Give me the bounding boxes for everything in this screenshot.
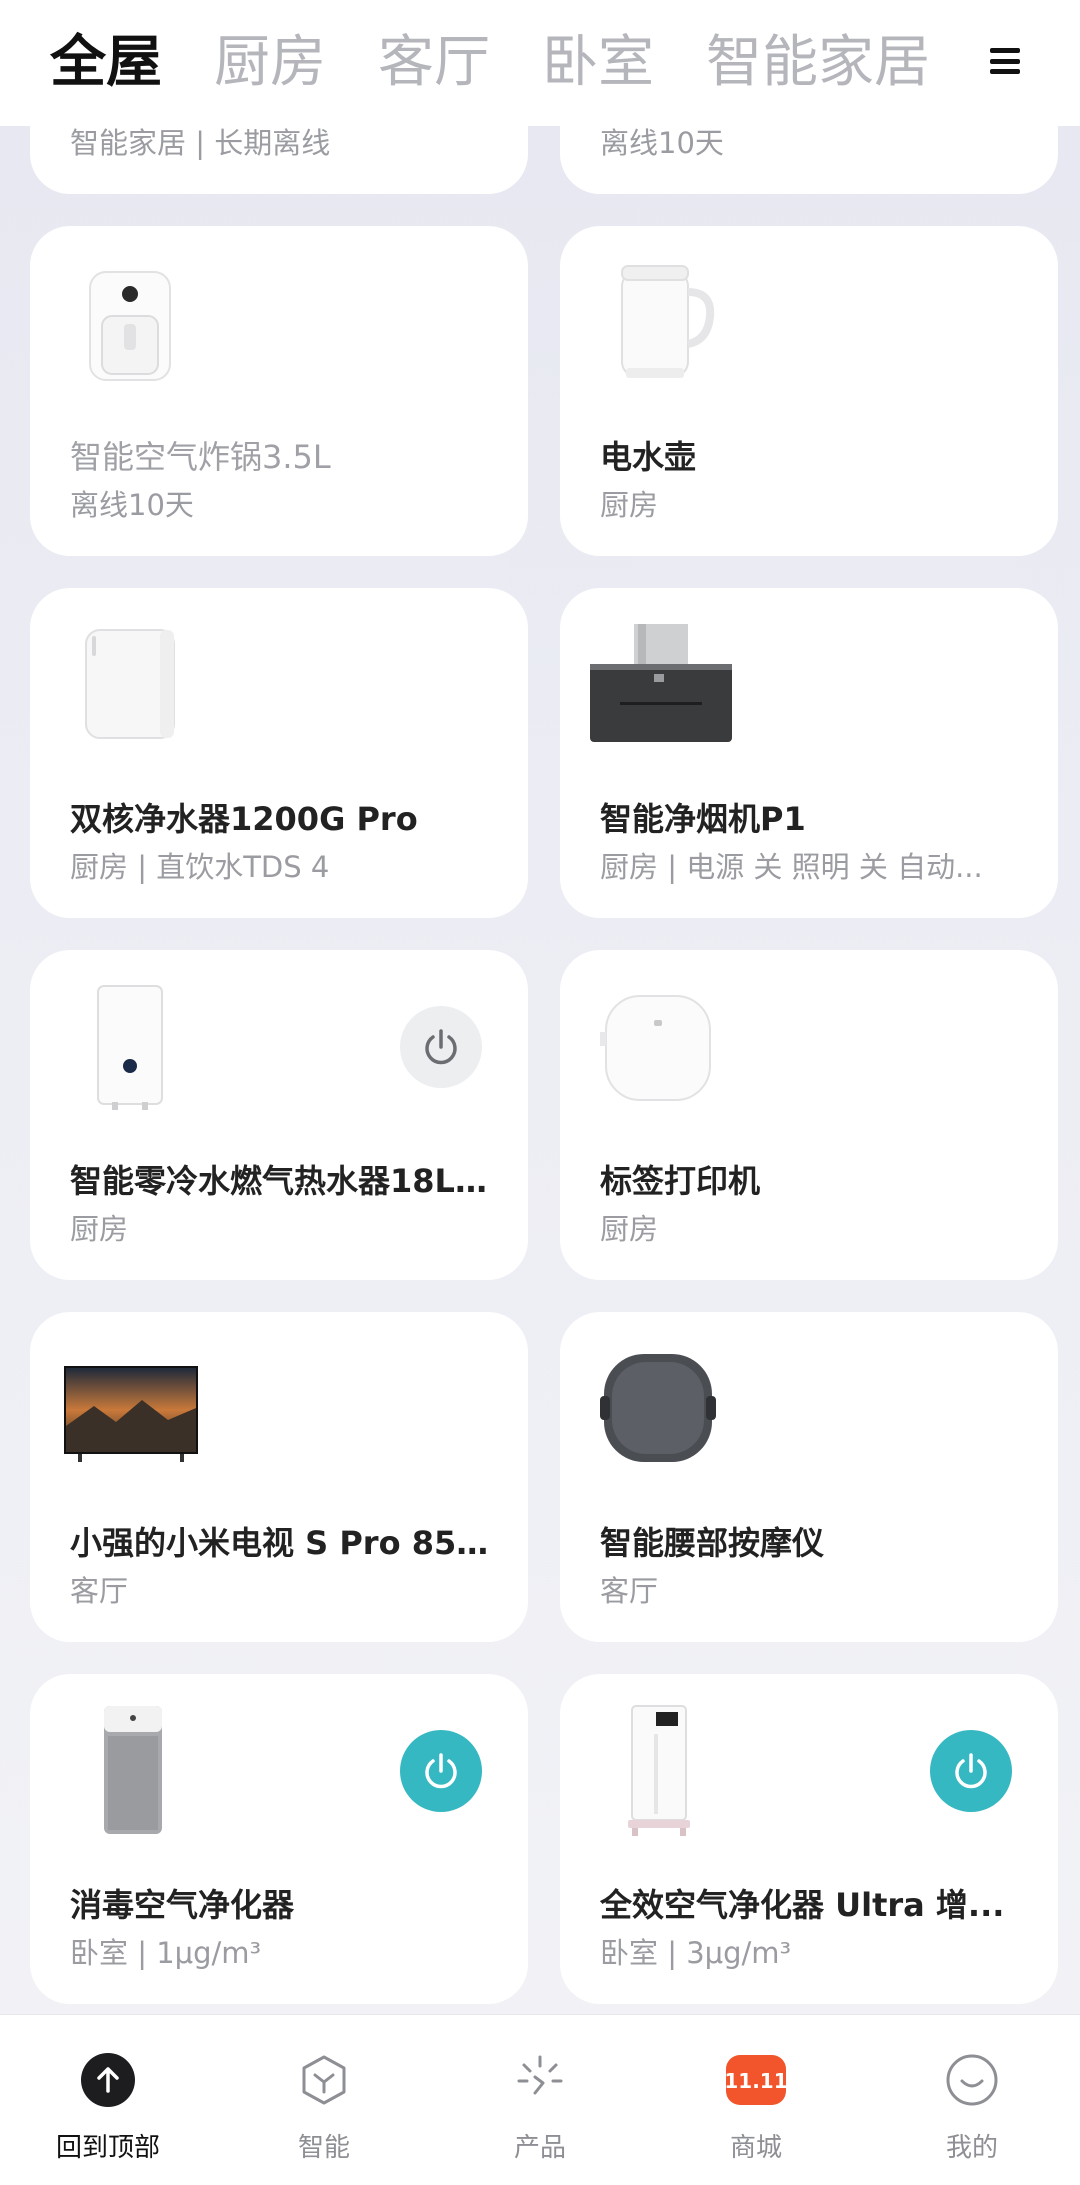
device-status: 厨房 xyxy=(70,1212,129,1246)
range-hood-icon xyxy=(590,624,732,748)
air-purifier-icon xyxy=(100,1704,166,1840)
device-name: 双核净水器1200G Pro xyxy=(70,800,418,838)
device-card-air-purifier-ultra[interactable]: 全效空气净化器 Ultra 增... 卧室 | 3μg/m³ xyxy=(560,1674,1058,2004)
device-card-range-hood[interactable]: 智能净烟机P1 厨房 | 电源 关 照明 关 自动... xyxy=(560,588,1058,918)
nav-smart[interactable]: 智能 xyxy=(216,2015,432,2185)
device-name: 电水壶 xyxy=(600,438,697,476)
device-name: 标签打印机 xyxy=(600,1162,761,1200)
device-status: 厨房 xyxy=(600,1212,659,1246)
device-name: 智能净烟机P1 xyxy=(600,800,806,838)
nav-mall[interactable]: 11.11 商城 xyxy=(648,2015,864,2185)
room-tab-bar: 全屋 厨房 客厅 卧室 智能家居 xyxy=(0,0,1080,126)
nav-back-to-top[interactable]: 回到顶部 xyxy=(0,2015,216,2185)
smart-hexagon-icon xyxy=(297,2053,351,2111)
nav-label: 商城 xyxy=(729,2133,782,2163)
label-printer-icon xyxy=(600,990,716,1110)
power-button[interactable] xyxy=(400,1006,482,1088)
menu-icon[interactable] xyxy=(990,48,1020,74)
device-name: 全效空气净化器 Ultra 增... xyxy=(600,1886,1005,1924)
device-name: 智能空气炸锅3.5L xyxy=(70,438,331,476)
device-status: 离线10天 xyxy=(600,126,724,160)
power-button[interactable] xyxy=(930,1730,1012,1812)
device-status: 卧室 | 3μg/m³ xyxy=(600,1936,792,1970)
device-name: 智能零冷水燃气热水器18L... xyxy=(70,1162,490,1200)
device-card-kettle[interactable]: 电水壶 厨房 xyxy=(560,226,1058,556)
device-status: 厨房 | 直饮水TDS 4 xyxy=(70,850,330,884)
device-name: 消毒空气净化器 xyxy=(70,1886,295,1924)
tv-icon xyxy=(64,1366,198,1466)
device-status: 客厅 xyxy=(70,1574,129,1608)
air-purifier-tall-icon xyxy=(626,1704,692,1840)
device-card-label-printer[interactable]: 标签打印机 厨房 xyxy=(560,950,1058,1280)
kettle-icon xyxy=(610,256,720,390)
power-button[interactable] xyxy=(400,1730,482,1812)
bottom-nav: 回到顶部 智能 产品 11.11 商城 我的 xyxy=(0,2014,1080,2185)
nav-label: 回到顶部 xyxy=(55,2133,160,2163)
tab-living-room[interactable]: 客厅 xyxy=(378,35,490,91)
device-status: 离线10天 xyxy=(70,488,194,522)
device-card-air-purifier[interactable]: 消毒空气净化器 卧室 | 1μg/m³ xyxy=(30,1674,528,2004)
massager-icon xyxy=(600,1350,716,1470)
device-status: 卧室 | 1μg/m³ xyxy=(70,1936,262,1970)
power-icon xyxy=(425,1029,457,1065)
water-heater-icon xyxy=(90,984,170,1114)
power-icon xyxy=(955,1753,987,1789)
air-fryer-icon xyxy=(80,264,180,388)
tab-kitchen[interactable]: 厨房 xyxy=(214,35,326,91)
device-name: 小强的小米电视 S Pro 85... xyxy=(70,1524,490,1562)
nav-profile[interactable]: 我的 xyxy=(864,2015,1080,2185)
water-purifier-icon xyxy=(80,624,180,748)
profile-smile-icon xyxy=(945,2053,999,2111)
product-sparkle-icon xyxy=(513,2053,567,2111)
device-card-massager[interactable]: 智能腰部按摩仪 客厅 xyxy=(560,1312,1058,1642)
nav-label: 我的 xyxy=(945,2133,998,2163)
device-status: 厨房 | 电源 关 照明 关 自动... xyxy=(600,850,983,884)
device-status: 厨房 xyxy=(600,488,659,522)
mall-badge-text: 11.11 xyxy=(725,2069,787,2093)
tab-bedroom[interactable]: 卧室 xyxy=(542,35,654,91)
device-card-tv[interactable]: 小强的小米电视 S Pro 85... 客厅 xyxy=(30,1312,528,1642)
mall-badge-icon: 11.11 xyxy=(724,2053,788,2111)
device-name: 智能腰部按摩仪 xyxy=(600,1524,825,1562)
power-icon xyxy=(425,1753,457,1789)
device-card-water-heater[interactable]: 智能零冷水燃气热水器18L... 厨房 xyxy=(30,950,528,1280)
device-card-water-purifier[interactable]: 双核净水器1200G Pro 厨房 | 直饮水TDS 4 xyxy=(30,588,528,918)
device-status: 智能家居 | 长期离线 xyxy=(70,126,331,160)
arrow-up-icon xyxy=(81,2053,135,2111)
device-status: 客厅 xyxy=(600,1574,659,1608)
tab-all-rooms[interactable]: 全屋 xyxy=(50,35,162,91)
device-card-air-fryer[interactable]: 智能空气炸锅3.5L 离线10天 xyxy=(30,226,528,556)
nav-products[interactable]: 产品 xyxy=(432,2015,648,2185)
nav-label: 智能 xyxy=(297,2133,350,2163)
nav-label: 产品 xyxy=(513,2133,566,2163)
tab-smart-home[interactable]: 智能家居 xyxy=(706,35,930,91)
